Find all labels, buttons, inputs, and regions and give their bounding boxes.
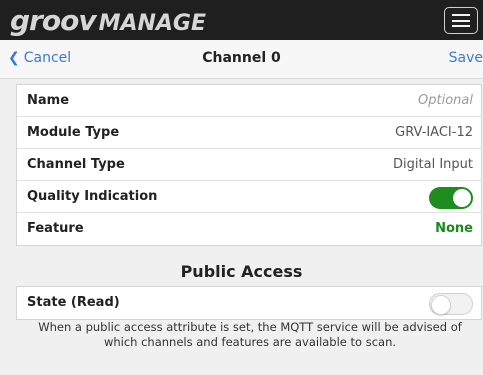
- feature-row[interactable]: Feature None: [17, 213, 481, 245]
- public-access-heading: Public Access: [180, 262, 303, 281]
- toggle-knob: [431, 295, 451, 315]
- module-type-label: Module Type: [27, 125, 120, 140]
- logo-manage: MANAGE: [98, 11, 207, 36]
- name-label: Name: [27, 93, 70, 108]
- public-access-card: State (Read): [16, 286, 482, 320]
- module-type-value: GRV-IACI-12: [395, 125, 473, 140]
- groov-manage-logo: groov MANAGE: [10, 4, 207, 37]
- state-read-toggle[interactable]: [429, 293, 473, 315]
- save-button[interactable]: Save: [449, 50, 483, 66]
- toggle-knob: [453, 189, 471, 207]
- feature-label: Feature: [27, 221, 84, 236]
- module-type-row: Module Type GRV-IACI-12: [17, 117, 481, 149]
- channel-type-value: Digital Input: [393, 157, 473, 172]
- state-read-label: State (Read): [27, 295, 120, 310]
- name-row[interactable]: Name Optional: [17, 85, 481, 117]
- nav-bar: ❮ Cancel Channel 0 Save: [0, 40, 483, 79]
- quality-indication-row: Quality Indication: [17, 181, 481, 213]
- page-title: Channel 0: [202, 50, 281, 66]
- app-header: groov MANAGE: [0, 0, 483, 40]
- quality-indication-label: Quality Indication: [27, 189, 158, 204]
- state-read-row: State (Read): [17, 287, 481, 319]
- hamburger-menu-icon[interactable]: [444, 7, 478, 34]
- public-access-help-text: When a public access attribute is set, t…: [38, 320, 462, 349]
- channel-type-label: Channel Type: [27, 157, 125, 172]
- logo-groov: groov: [10, 4, 97, 37]
- channel-type-row: Channel Type Digital Input: [17, 149, 481, 181]
- name-input[interactable]: Optional: [418, 93, 473, 108]
- channel-settings-card: Name Optional Module Type GRV-IACI-12 Ch…: [16, 84, 482, 246]
- quality-indication-toggle[interactable]: [429, 187, 473, 209]
- feature-value[interactable]: None: [435, 221, 473, 236]
